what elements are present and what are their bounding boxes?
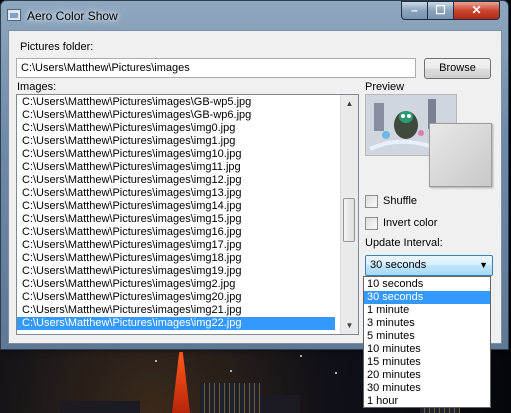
scroll-down-arrow-icon[interactable]: ▼ <box>341 317 358 334</box>
image-list-item[interactable]: C:\Users\Matthew\Pictures\images\img15.j… <box>17 213 335 226</box>
update-interval-select[interactable]: 30 seconds ▼ <box>365 255 493 276</box>
interval-option[interactable]: 10 minutes <box>364 343 490 356</box>
interval-option[interactable]: 30 minutes <box>364 382 490 395</box>
image-list-item[interactable]: C:\Users\Matthew\Pictures\images\img12.j… <box>17 174 335 187</box>
interval-options-list: 10 seconds 30 seconds 1 minute 3 minutes 5 m… <box>364 278 490 408</box>
update-interval-value: 30 seconds <box>370 259 427 271</box>
image-list-item[interactable]: C:\Users\Matthew\Pictures\images\img0.jp… <box>17 122 335 135</box>
update-interval-label: Update Interval: <box>365 237 443 249</box>
images-label: Images: <box>17 81 57 93</box>
preview-color-swatch <box>429 123 492 187</box>
app-window-icon[interactable] <box>7 9 21 21</box>
close-button[interactable]: ✕ <box>453 1 500 20</box>
interval-option[interactable]: 30 seconds <box>364 291 490 304</box>
image-list-item[interactable]: C:\Users\Matthew\Pictures\images\img20.j… <box>17 291 335 304</box>
image-list-item[interactable]: C:\Users\Matthew\Pictures\images\img19.j… <box>17 265 335 278</box>
interval-option[interactable]: 1 minute <box>364 304 490 317</box>
preview-label: Preview <box>365 81 405 93</box>
image-list-item[interactable]: C:\Users\Matthew\Pictures\images\GB-wp6.… <box>17 109 335 122</box>
images-list: C:\Users\Matthew\Pictures\images\GB-wp5.… <box>17 95 358 330</box>
city-building <box>260 395 300 413</box>
browse-button[interactable]: Browse <box>424 58 491 79</box>
image-list-item[interactable]: C:\Users\Matthew\Pictures\images\GB-wp5.… <box>17 96 335 109</box>
invert-color-label[interactable]: Invert color <box>383 217 437 229</box>
maximize-icon: ☐ <box>435 3 446 17</box>
image-list-item[interactable]: C:\Users\Matthew\Pictures\images\img22.j… <box>17 317 335 330</box>
minimize-button[interactable]: – <box>401 1 428 20</box>
invert-color-checkbox[interactable] <box>365 217 378 230</box>
scrollbar-thumb[interactable] <box>343 198 355 242</box>
scroll-up-arrow-icon[interactable]: ▲ <box>341 95 358 112</box>
image-list-item[interactable]: C:\Users\Matthew\Pictures\images\img13.j… <box>17 187 335 200</box>
pictures-folder-input[interactable]: C:\Users\Matthew\Pictures\images <box>16 58 416 78</box>
shuffle-label[interactable]: Shuffle <box>383 195 417 207</box>
image-list-item[interactable]: C:\Users\Matthew\Pictures\images\img14.j… <box>17 200 335 213</box>
image-list-item[interactable]: C:\Users\Matthew\Pictures\images\img17.j… <box>17 239 335 252</box>
shuffle-checkbox[interactable] <box>365 195 378 208</box>
vertical-scrollbar[interactable]: ▲ ▼ <box>340 95 358 334</box>
image-list-item[interactable]: C:\Users\Matthew\Pictures\images\img10.j… <box>17 148 335 161</box>
image-list-item[interactable]: C:\Users\Matthew\Pictures\images\img16.j… <box>17 226 335 239</box>
chevron-down-icon[interactable]: ▼ <box>479 259 488 272</box>
update-interval-dropdown[interactable]: 10 seconds 30 seconds 1 minute 3 minutes 5 m… <box>363 276 491 408</box>
interval-option[interactable]: 20 minutes <box>364 369 490 382</box>
interval-option[interactable]: 3 minutes <box>364 317 490 330</box>
image-list-item[interactable]: C:\Users\Matthew\Pictures\images\img1.jp… <box>17 135 335 148</box>
interval-option[interactable]: 1 hour <box>364 395 490 408</box>
city-building <box>200 383 260 413</box>
interval-option[interactable]: 10 seconds <box>364 278 490 291</box>
minimize-icon: – <box>411 3 418 17</box>
pictures-folder-label: Pictures folder: <box>20 41 94 53</box>
interval-option[interactable]: 15 minutes <box>364 356 490 369</box>
image-list-item[interactable]: C:\Users\Matthew\Pictures\images\img11.j… <box>17 161 335 174</box>
image-list-item[interactable]: C:\Users\Matthew\Pictures\images\img2.jp… <box>17 278 335 291</box>
interval-option[interactable]: 5 minutes <box>364 330 490 343</box>
tokyo-tower <box>172 352 190 413</box>
close-icon: ✕ <box>471 3 482 17</box>
images-listbox[interactable]: C:\Users\Matthew\Pictures\images\GB-wp5.… <box>16 94 359 335</box>
maximize-button[interactable]: ☐ <box>427 1 454 20</box>
image-list-item[interactable]: C:\Users\Matthew\Pictures\images\img21.j… <box>17 304 335 317</box>
window-title: Aero Color Show <box>27 9 118 23</box>
city-building <box>60 401 140 413</box>
image-list-item[interactable]: C:\Users\Matthew\Pictures\images\img18.j… <box>17 252 335 265</box>
